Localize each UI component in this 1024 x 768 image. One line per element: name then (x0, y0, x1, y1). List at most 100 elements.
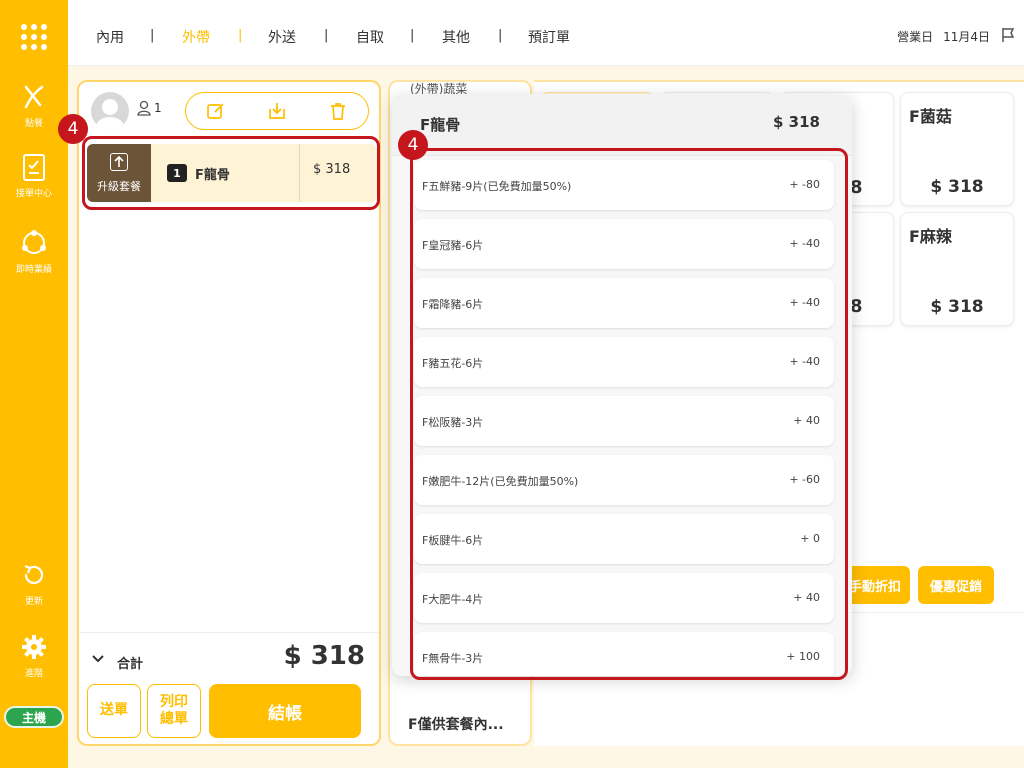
step-badge: 4 (398, 130, 428, 160)
option-name: F五鮮豬-9片(已免費加量50%) (422, 180, 572, 193)
delete-button[interactable] (326, 99, 350, 123)
guest-count-value: 1 (154, 101, 162, 115)
order-item-price: $ 318 (313, 162, 351, 177)
option-item[interactable]: F五鮮豬-9片(已免費加量50%) + -80 (414, 160, 834, 210)
upload-arrow-icon (110, 153, 128, 171)
checkout-button[interactable]: 結帳 (209, 684, 361, 738)
tab-other[interactable]: 其他 (442, 27, 470, 47)
option-item[interactable]: F豬五花-6片 + -40 (414, 337, 834, 387)
tab-delivery[interactable]: 外送 (268, 27, 296, 47)
option-price: + -80 (789, 178, 820, 191)
option-price: + -40 (789, 355, 820, 368)
guest-count[interactable]: 1 (137, 100, 162, 116)
sidebar-item-live-sales[interactable]: 即時業績 (0, 228, 68, 275)
popup-title: F龍骨 (420, 116, 461, 134)
total-row[interactable]: 合計 $ 318 (79, 632, 379, 682)
sidebar-item-order-center[interactable]: 接單中心 (0, 152, 68, 199)
sidebar-item-label: 接單中心 (15, 189, 52, 199)
popup-header: F龍骨 $ 318 (392, 94, 852, 156)
sidebar-item-refresh[interactable]: 更新 (0, 560, 68, 607)
sidebar-item-label: 即時業績 (15, 265, 52, 275)
promotion-button[interactable]: 優惠促銷 (918, 566, 994, 604)
option-item[interactable]: F皇冠豬-6片 + -40 (414, 219, 834, 269)
option-item[interactable]: F大肥牛-4片 + 40 (414, 573, 834, 623)
option-price: + 40 (793, 414, 820, 427)
product-price: $ 318 (930, 297, 984, 317)
tab-separator: | (410, 28, 415, 43)
clipboard-icon (19, 152, 49, 182)
tab-separator: | (238, 28, 243, 43)
top-bar: 內用 | 外帶 | 外送 | 自取 | 其他 | 預訂單 營業日 11月4日 (68, 0, 1024, 66)
tab-pickup[interactable]: 自取 (356, 27, 384, 47)
category-pill[interactable] (394, 744, 530, 746)
edit-icon (207, 103, 224, 119)
sidebar: 點餐 接單中心 即時業績 更新 進階 主機 (0, 0, 68, 768)
business-day-value: 11月4日 (943, 30, 990, 44)
option-name: F大肥牛-4片 (422, 593, 484, 606)
total-label: 合計 (117, 657, 144, 672)
save-button[interactable] (265, 99, 289, 123)
option-item[interactable]: F板腱牛-6片 + 0 (414, 514, 834, 564)
option-price: + 0 (800, 532, 820, 545)
tab-separator: | (324, 28, 329, 43)
tab-separator: | (150, 28, 155, 43)
edit-button[interactable] (204, 99, 228, 123)
gear-icon (19, 632, 49, 662)
tab-takeout[interactable]: 外帶 (182, 27, 210, 47)
flag-icon[interactable] (1000, 26, 1018, 44)
send-order-button[interactable]: 送單 (87, 684, 141, 738)
avatar[interactable] (91, 92, 129, 130)
product-card[interactable]: F菌菇 $ 318 (900, 92, 1014, 206)
option-name: F霜降豬-6片 (422, 298, 484, 311)
tab-separator: | (498, 28, 503, 43)
tab-reservation[interactable]: 預訂單 (528, 27, 570, 47)
app-grid-icon[interactable] (21, 24, 47, 50)
print-summary-button[interactable]: 列印 總單 (147, 684, 201, 738)
product-price: $ 318 (930, 177, 984, 197)
fork-knife-icon (19, 82, 49, 112)
print-label-line2: 總單 (160, 711, 188, 727)
option-name: F松阪豬-3片 (422, 416, 484, 429)
promotion-label: 優惠促銷 (929, 579, 982, 595)
send-order-label: 送單 (100, 702, 128, 719)
total-amount: $ 318 (283, 641, 365, 671)
option-item[interactable]: F霜降豬-6片 + -40 (414, 278, 834, 328)
refresh-icon (19, 560, 49, 590)
option-item[interactable]: F嫩肥牛-12片(已免費加量50%) + -60 (414, 455, 834, 505)
order-actions (185, 92, 369, 130)
option-price: + 100 (786, 650, 820, 663)
product-name: F菌菇 (909, 107, 952, 126)
option-name: F皇冠豬-6片 (422, 239, 484, 252)
order-panel: 1 升級套餐 1 F龍骨 $ 318 合計 $ 318 送單 列印 總單 結帳 (77, 80, 381, 746)
upgrade-label: 升級套餐 (97, 180, 141, 193)
popup-price: $ 318 (773, 113, 820, 131)
chart-cycle-icon (19, 228, 49, 258)
option-price: + -40 (789, 237, 820, 250)
sidebar-item-advanced[interactable]: 進階 (0, 632, 68, 679)
product-card[interactable]: F麻辣 $ 318 (900, 212, 1014, 326)
print-label-line1: 列印 (160, 693, 188, 710)
quantity-badge: 1 (167, 164, 187, 182)
category-item[interactable]: F僅供套餐內... (408, 714, 504, 734)
sidebar-item-label: 更新 (24, 597, 43, 607)
step-badge: 4 (58, 114, 88, 144)
option-price: + -60 (789, 473, 820, 486)
option-item[interactable]: F無骨牛-3片 + 100 (414, 632, 834, 676)
chevron-down-icon (92, 655, 104, 663)
upgrade-set-button[interactable]: 升級套餐 (87, 144, 151, 202)
option-name: F嫩肥牛-12片(已免費加量50%) (422, 475, 579, 488)
order-item-row[interactable]: 升級套餐 1 F龍骨 $ 318 (87, 144, 377, 202)
option-name: F板腱牛-6片 (422, 534, 484, 547)
order-item-name: F龍骨 (195, 168, 230, 183)
tab-dine-in[interactable]: 內用 (96, 27, 124, 47)
sidebar-item-order[interactable]: 點餐 (0, 82, 68, 129)
divider (299, 144, 300, 202)
manual-discount-label: 手動折扣 (848, 579, 901, 595)
person-icon (137, 100, 151, 116)
option-item[interactable]: F松阪豬-3片 + 40 (414, 396, 834, 446)
option-name: F豬五花-6片 (422, 357, 484, 370)
option-price: + -40 (789, 296, 820, 309)
option-price: + 40 (793, 591, 820, 604)
option-name: F無骨牛-3片 (422, 652, 484, 665)
option-popup: F龍骨 $ 318 F五鮮豬-9片(已免費加量50%) + -80 F皇冠豬-6片… (392, 94, 852, 676)
